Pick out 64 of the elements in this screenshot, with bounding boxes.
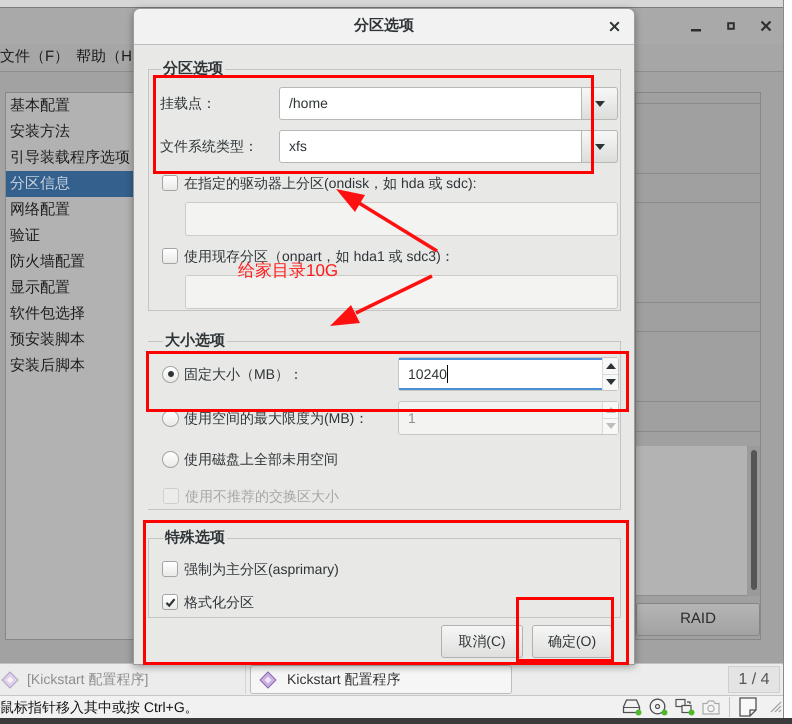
- option-label: 在指定的驱动器上分区(ondisk，如 hda 或 sdc):: [184, 174, 476, 193]
- field-label: 挂载点：: [160, 94, 217, 113]
- group-title: 分区选项: [162, 60, 224, 78]
- dropdown-button[interactable]: [582, 130, 618, 163]
- sidebar-item[interactable]: 软件包选择: [6, 301, 134, 327]
- checkbox[interactable]: [162, 248, 178, 264]
- caret-down-icon: [594, 144, 604, 150]
- sidebar-item[interactable]: 防火墙配置: [6, 249, 134, 275]
- option-label: 强制为主分区(asprimary): [184, 560, 339, 579]
- check-icon: [164, 596, 176, 608]
- group-title: 大小选项: [164, 332, 226, 350]
- dialog-button[interactable]: 确定(O): [532, 625, 612, 658]
- option-label: 使用磁盘上全部未用空间: [184, 450, 338, 469]
- radio-button[interactable]: [162, 366, 179, 382]
- text-cursor-icon: [446, 365, 448, 383]
- status-message: 鼠标指针移入其中或按 Ctrl+G。: [0, 698, 199, 716]
- sidebar-item[interactable]: 引导装载程序选项: [6, 145, 134, 171]
- sidebar-item[interactable]: 显示配置: [6, 275, 134, 301]
- menu-item[interactable]: 帮助（H: [76, 46, 132, 69]
- caret-down-icon: [606, 379, 616, 386]
- maximize-icon[interactable]: [725, 20, 737, 32]
- input-field[interactable]: [185, 202, 618, 236]
- checkbox[interactable]: [162, 561, 178, 577]
- scrollbar-thumb[interactable]: [750, 450, 756, 590]
- hard-drive-icon[interactable]: [622, 698, 642, 716]
- field-label: 文件系统类型：: [160, 137, 259, 156]
- group-title: 特殊选项: [164, 529, 226, 547]
- menu-item[interactable]: 文件（F）: [0, 46, 70, 69]
- caret-down-icon: [606, 423, 616, 430]
- combo-field[interactable]: /home: [279, 87, 582, 120]
- decrement-button[interactable]: [603, 374, 618, 390]
- workspace-pager[interactable]: 1 / 4: [728, 666, 780, 693]
- note-icon[interactable]: [739, 697, 757, 717]
- close-icon[interactable]: [760, 20, 772, 32]
- checkbox[interactable]: [162, 594, 178, 610]
- sidebar-item[interactable]: 基本配置: [6, 93, 134, 119]
- sidebar-item[interactable]: 安装后脚本: [6, 353, 134, 379]
- dialog-title: 分区选项: [354, 16, 414, 36]
- network-icon[interactable]: [675, 698, 695, 716]
- disc-icon[interactable]: [649, 698, 668, 716]
- option-label: 使用空间的最大限度为(MB)：: [184, 409, 368, 428]
- spin-field[interactable]: 10240: [398, 357, 619, 391]
- sidebar-item[interactable]: 网络配置: [6, 197, 134, 223]
- radio-button[interactable]: [162, 450, 179, 468]
- sidebar-item[interactable]: 安装方法: [6, 119, 134, 145]
- resize-grip-icon[interactable]: [770, 701, 782, 713]
- option-label: 使用不推荐的交换区大小: [185, 487, 339, 506]
- diamond-icon: [1, 670, 19, 688]
- raid-button[interactable]: RAID: [636, 603, 760, 636]
- sidebar-item[interactable]: 预安装脚本: [6, 327, 134, 353]
- increment-button[interactable]: [603, 358, 618, 374]
- caret-down-icon: [594, 100, 604, 106]
- diamond-icon: [259, 670, 277, 688]
- close-icon[interactable]: [608, 21, 620, 32]
- caret-up-icon: [606, 362, 616, 369]
- sidebar-item[interactable]: 验证: [6, 223, 134, 249]
- combo-field[interactable]: xfs: [279, 130, 582, 163]
- taskbar-button[interactable]: Kickstart 配置程序: [250, 665, 512, 694]
- checkbox[interactable]: [162, 175, 178, 191]
- dialog-button[interactable]: 取消(C): [441, 625, 523, 658]
- option-label: 固定大小（MB）：: [184, 365, 303, 384]
- sidebar-item[interactable]: 分区信息: [6, 171, 134, 197]
- option-label: 格式化分区: [184, 593, 254, 612]
- dropdown-button[interactable]: [582, 87, 618, 120]
